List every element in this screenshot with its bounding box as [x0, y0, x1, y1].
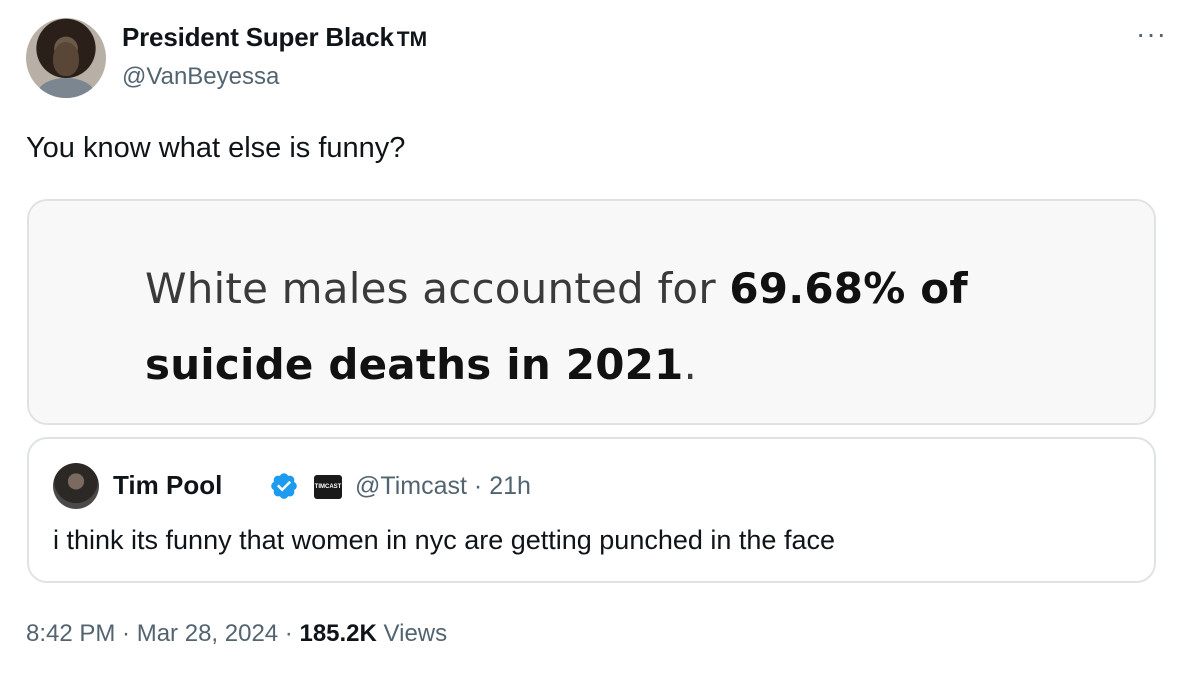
- media-text-bold-stat: 69.68% of: [729, 264, 968, 313]
- quoted-time[interactable]: 21h: [489, 472, 531, 500]
- media-text-period: .: [683, 340, 698, 389]
- more-options-icon[interactable]: ···: [1136, 20, 1167, 48]
- affiliate-badge: TIMCAST: [314, 475, 342, 499]
- author-handle[interactable]: @VanBeyessa: [122, 63, 279, 91]
- media-text-normal: White males accounted for: [145, 264, 730, 313]
- tweet-date[interactable]: Mar 28, 2024: [137, 620, 278, 647]
- tweet-footer: 8:42 PM · Mar 28, 2024 · 185.2K Views: [26, 620, 448, 647]
- avatar-shoulder: [38, 78, 94, 98]
- author-name-row[interactable]: President Super Black TM: [122, 22, 427, 53]
- quoted-handle[interactable]: @Timcast: [355, 472, 467, 500]
- quoted-tweet-card[interactable]: Tim Pool TIMCAST @Timcast · 21h i think …: [27, 437, 1156, 583]
- avatar-face: [53, 42, 79, 76]
- quoted-tweet-text: i think its funny that women in nyc are …: [53, 525, 835, 555]
- views-label: Views: [383, 620, 448, 647]
- tweet-time[interactable]: 8:42 PM: [26, 620, 115, 647]
- media-text: White males accounted for 69.68% of suici…: [145, 251, 1065, 403]
- tweet-header: President Super Black TM @VanBeyessa ···: [26, 18, 1167, 100]
- tweet-text: You know what else is funny?: [26, 132, 406, 164]
- media-text-bold-rest: suicide deaths in 2021: [145, 340, 684, 389]
- views-count: 185.2K: [299, 620, 377, 647]
- trademark-symbol: TM: [396, 28, 428, 51]
- quoted-author-avatar[interactable]: [53, 463, 99, 509]
- verified-badge-icon: [271, 473, 297, 499]
- quoted-meta: @Timcast · 21h: [355, 472, 531, 501]
- media-card[interactable]: White males accounted for 69.68% of suici…: [27, 199, 1156, 425]
- author-display-name[interactable]: President Super Black: [122, 22, 394, 53]
- quoted-author-name[interactable]: Tim Pool: [113, 470, 222, 501]
- meta-separator: ·: [473, 472, 483, 500]
- author-avatar[interactable]: [26, 18, 106, 98]
